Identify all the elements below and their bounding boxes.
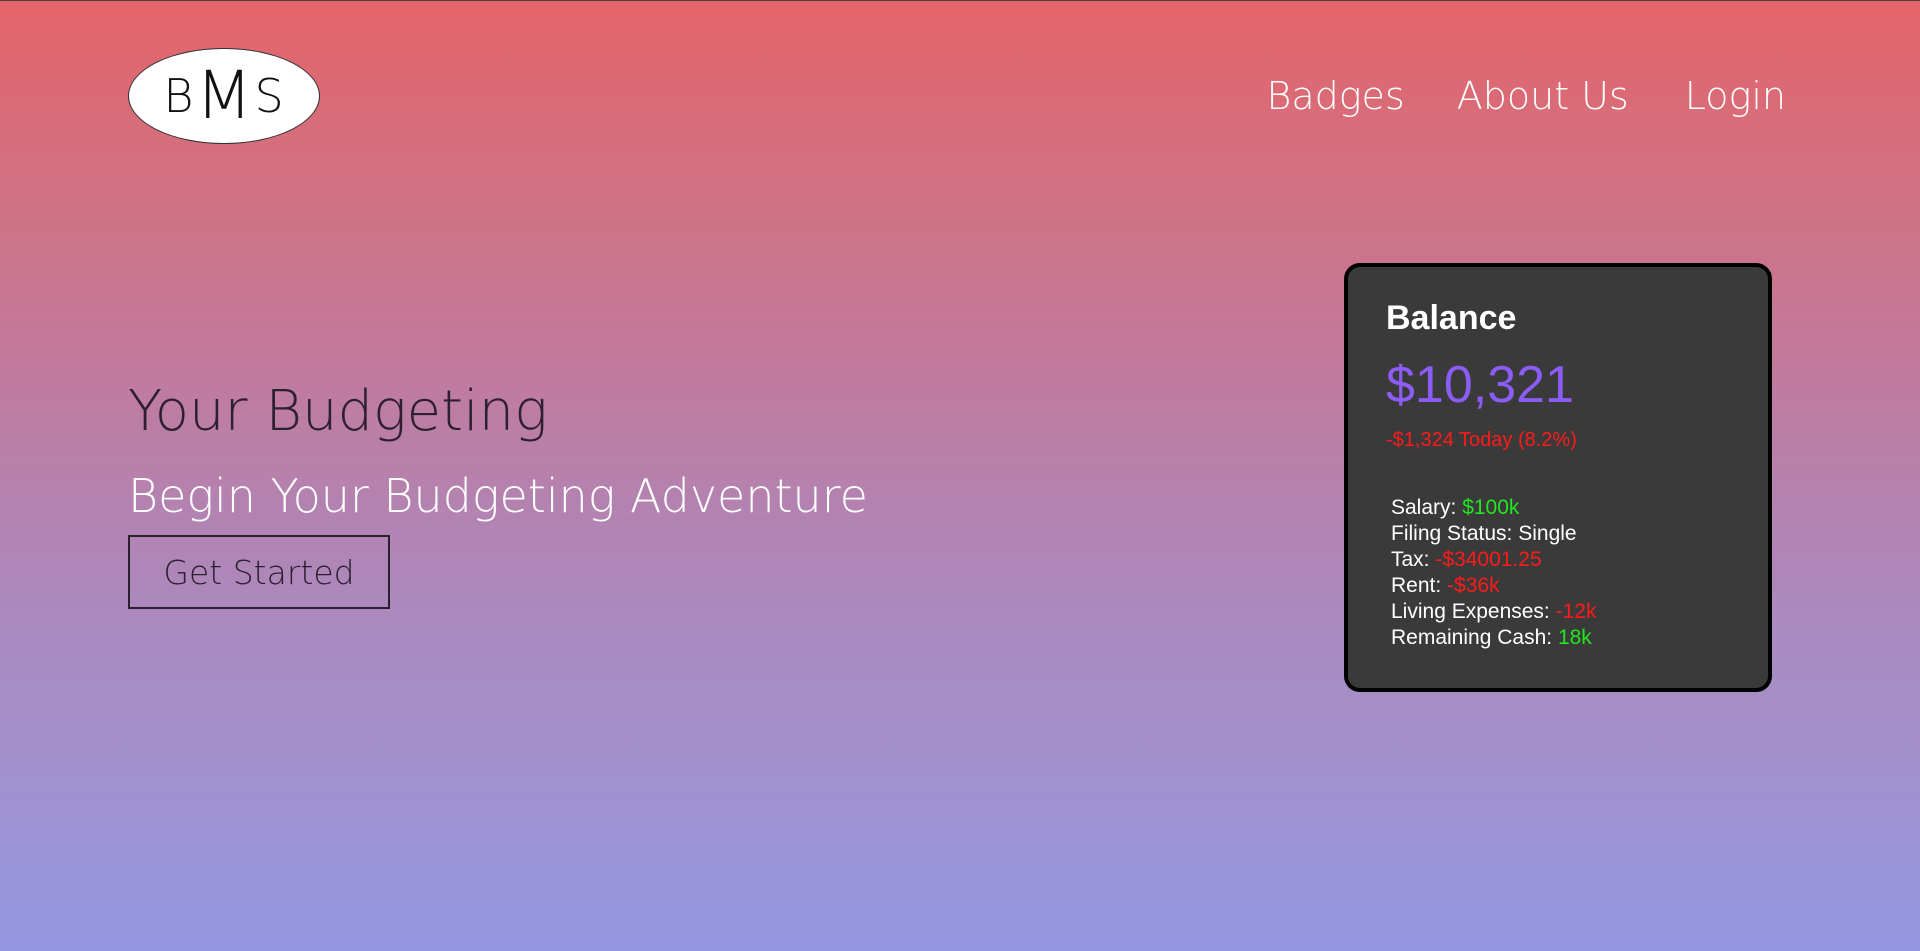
detail-label: Living Expenses: [1391,600,1550,623]
detail-rent: Rent: -$36k [1391,573,1596,599]
balance-amount: $10,321 [1386,356,1574,414]
nav-link-badges[interactable]: Badges [1266,70,1404,122]
detail-living-expenses: Living Expenses: -12k [1391,599,1596,625]
logo-letter-s: S [254,69,285,123]
detail-filing-status: Filing Status: Single [1391,521,1596,547]
detail-label: Rent: [1391,574,1442,597]
detail-value: -$34001.25 [1435,548,1542,571]
detail-label: Remaining Cash: [1391,626,1553,649]
balance-card: Balance $10,321 -$1,324 Today (8.2%) Sal… [1344,263,1772,692]
budget-details-list: Salary: $100k Filing Status: Single Tax:… [1391,495,1596,651]
nav-link-about-us[interactable]: About Us [1457,70,1629,122]
hero-subtitle: Begin Your Budgeting Adventure [128,469,868,523]
balance-daily-change: -$1,324 Today (8.2%) [1386,429,1577,451]
logo-letter-b: B [163,69,195,123]
logo-letter-m: M [195,57,254,134]
detail-tax: Tax: -$34001.25 [1391,547,1596,573]
detail-label: Salary: [1391,496,1457,519]
detail-label: Filing Status: [1391,522,1513,545]
hero-title: Your Budgeting [128,379,548,444]
detail-remaining-cash: Remaining Cash: 18k [1391,625,1596,651]
balance-card-title: Balance [1386,299,1517,337]
detail-value: -$36k [1447,574,1500,597]
detail-value: $100k [1462,496,1520,519]
top-border [0,0,1920,1]
detail-value: -12k [1555,600,1597,623]
detail-value: Single [1518,522,1577,545]
get-started-button[interactable]: Get Started [128,535,390,609]
nav-link-login[interactable]: Login [1685,70,1786,122]
bms-logo[interactable]: B M S [128,48,320,144]
main-nav: Badges About Us Login [1266,70,1786,122]
detail-label: Tax: [1391,548,1430,571]
detail-value: 18k [1557,626,1592,649]
detail-salary: Salary: $100k [1391,495,1596,521]
